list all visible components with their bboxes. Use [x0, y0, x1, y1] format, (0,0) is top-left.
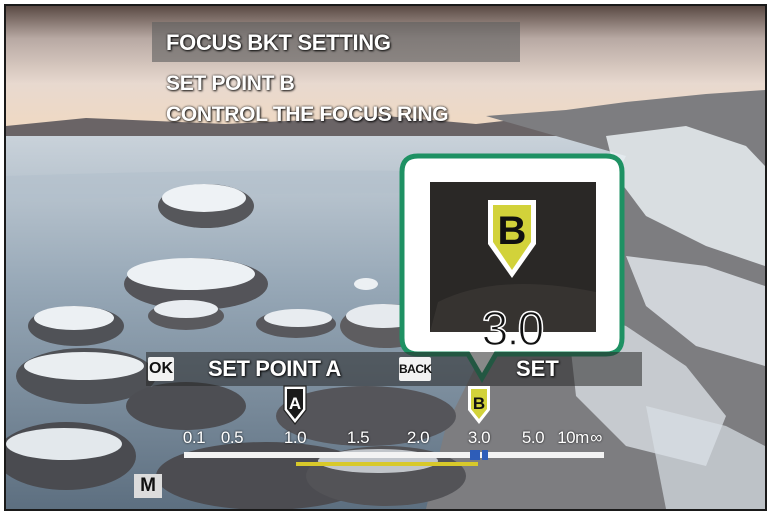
scale-label-0-1: 0.1 — [182, 428, 206, 447]
point-b-marker-label: B — [473, 394, 485, 413]
scale-label-3-0: 3.0 — [467, 428, 491, 447]
scale-label-2-0: 2.0 — [406, 428, 430, 447]
scale-label-1-0: 1.0 — [283, 428, 307, 447]
focus-cursor-right — [482, 450, 488, 460]
bracket-range-bar — [296, 462, 478, 466]
scale-label-infinity: ∞ — [590, 428, 602, 447]
scale-label-5-0: 5.0 — [521, 428, 545, 447]
scale-label-1-5: 1.5 — [346, 428, 370, 447]
camera-viewfinder: FOCUS BKT SETTING SET POINT B CONTROL TH… — [4, 4, 767, 511]
focus-distance-scale: A B — [184, 385, 604, 466]
scale-bar — [184, 452, 604, 458]
point-b-marker-icon: B — [468, 386, 490, 424]
point-a-marker-icon: A — [283, 385, 307, 425]
point-a-marker-label: A — [289, 394, 301, 413]
manual-focus-badge: M — [134, 474, 162, 498]
scale-label-0-5: 0.5 — [220, 428, 244, 447]
scale-label-10m: 10m — [557, 428, 589, 447]
focus-cursor-left — [470, 450, 480, 460]
